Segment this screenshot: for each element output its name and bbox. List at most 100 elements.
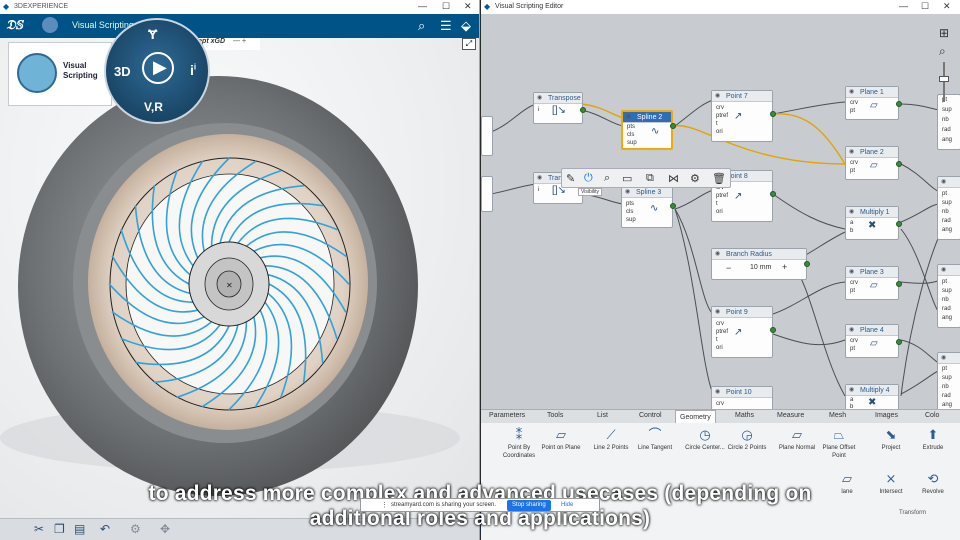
undo-icon[interactable]: ↶ [100,522,110,536]
menu-icon[interactable]: ☰ [440,18,452,34]
node-plane-3[interactable]: Plane 3 crv pt ▱ [845,266,899,300]
port-dot[interactable] [770,191,776,197]
tool-point-on-plane[interactable]: ⏥ Point on Plane [537,426,585,452]
tab-control[interactable]: Control [639,412,662,419]
node-title: Plane 4 [846,325,898,336]
search-icon[interactable]: ⌕ [604,172,610,185]
tab-measure[interactable]: Measure [777,412,804,419]
settings-icon[interactable]: ⚙ [690,172,700,185]
tab-list[interactable]: List [597,412,608,419]
partial-node-1[interactable] [481,116,493,156]
tab-mesh[interactable]: Mesh [829,412,846,419]
minimize-button[interactable]: — [418,1,427,11]
zoom-icon[interactable]: ⌕ [939,44,946,59]
tool-circle-center[interactable]: ◷ Circle Center... [681,426,729,452]
tab-tools[interactable]: Tools [547,412,563,419]
increment-button[interactable]: + [782,262,787,272]
node-point-7[interactable]: Point 7 crv ptref t ori ↗ [711,90,773,142]
tab-maths[interactable]: Maths [735,412,754,419]
app-card[interactable]: Visual Scripting [8,42,112,106]
editor-maximize-button[interactable]: ☐ [921,1,929,12]
left-window-title: 3DEXPERIENCE [14,3,69,10]
user-avatar[interactable] [42,17,58,33]
copy-icon[interactable]: ❐ [54,522,65,536]
port-dot[interactable] [896,101,902,107]
port-dot[interactable] [896,221,902,227]
node-output-3[interactable]: pt sup nb rad ang [937,264,960,328]
tool-extrude[interactable]: ⬆ Extrude [909,426,957,452]
tool-plane-normal[interactable]: ▱ Plane Normal [773,426,821,452]
share-icon[interactable]: ⋈ [668,172,679,185]
node-plane-4[interactable]: Plane 4 crv pt ▱ [845,324,899,358]
paste-icon[interactable]: ▤ [74,522,85,536]
port-label: crv [850,160,858,166]
compass-play-button[interactable]: ▶ [142,52,174,84]
tab-close-icon[interactable]: — + [233,38,246,45]
tag-icon[interactable]: ⬙ [461,18,471,34]
port-label: rad [942,306,951,312]
node-canvas[interactable]: Transpose i []↘ Transpos i []↘ Spline 2 … [481,14,960,416]
compass-i-label[interactable]: ii [190,62,196,78]
compass-vr-label[interactable]: V,R [144,100,163,114]
tool-intersect[interactable]: ⨯ Intersect [867,470,915,496]
close-button[interactable]: ✕ [464,1,472,12]
port-dot[interactable] [670,203,676,209]
maximize-button[interactable]: ☐ [442,1,450,12]
tool-line-tangent[interactable]: ⌒ Line Tangent [631,426,679,452]
pin-icon[interactable]: ✎ [566,172,575,185]
port-dot[interactable] [804,261,810,267]
node-spline-2[interactable]: Spline 2 pts cls sup ∿ [621,110,673,150]
node-transpose-1[interactable]: Transpose i []↘ [533,92,583,124]
node-plane-1[interactable]: Plane 1 crv pt ▱ [845,86,899,120]
ds-logo-icon[interactable]: 𝔇𝕊 [6,17,23,33]
visibility-toggle-icon[interactable]: ⏻ [584,172,593,185]
compass-3d-label[interactable]: 3D [114,64,131,79]
decrement-button[interactable]: − [726,263,731,273]
port-dot[interactable] [896,161,902,167]
port-dot[interactable] [670,123,676,129]
expand-icon[interactable]: ⤢ [462,38,476,50]
zoom-slider[interactable] [943,62,945,102]
folder-icon[interactable]: ▭ [622,172,632,185]
port-dot[interactable] [580,107,586,113]
cut-icon[interactable]: ✂ [34,522,44,536]
tool-plane-offset-point[interactable]: ⏢ Plane Offset Point [815,426,863,460]
tool-revolve[interactable]: ⟲ Revolve [909,470,957,496]
tool-point-by-coordinates[interactable]: ⁑ Point By Coordinates [495,426,543,460]
node-title-stub [938,177,960,188]
tab-parameters[interactable]: Parameters [489,412,525,419]
compass-people-icon[interactable]: Ɏ [148,26,157,42]
node-spline-3[interactable]: Spline 3 pts cls sup ∿ [621,186,673,228]
node-branch-radius[interactable]: Branch Radius − 10 mm + [711,248,807,280]
editor-minimize-button[interactable]: — [899,1,908,11]
node-output-2[interactable]: pt sup nb rad ang [937,176,960,240]
partial-node-2[interactable] [481,176,493,212]
map-icon[interactable]: ⊞ [939,26,949,40]
tab-geometry[interactable]: Geometry [675,410,716,423]
zoom-slider-handle[interactable] [939,76,949,82]
tool-project[interactable]: ⬊ Project [867,426,915,452]
tab-images[interactable]: Images [875,412,898,419]
tab-colors[interactable]: Colo [925,412,939,419]
editor-close-button[interactable]: ✕ [943,1,951,12]
node-point-9[interactable]: Point 9 crv ptref t ori ↗ [711,306,773,358]
node-multiply-1[interactable]: Multiply 1 a b ✖ [845,206,899,240]
delete-icon[interactable]: 🗑 [712,172,726,185]
radius-value[interactable]: 10 mm [750,264,771,271]
group-icon[interactable]: ⧉ [646,172,654,185]
tool-circle-2-points[interactable]: ◶ Circle 2 Points [723,426,771,452]
tool-line-2-points[interactable]: ⟋ Line 2 Points [587,426,635,452]
port-dot[interactable] [770,111,776,117]
port-dot[interactable] [896,281,902,287]
port-dot[interactable] [770,327,776,333]
stop-sharing-button[interactable]: Stop sharing [507,500,551,511]
3d-viewport[interactable]: ✕ [0,38,479,520]
hide-share-bar-link[interactable]: Hide [561,502,573,508]
canvas-side-tools: ⊞ ⌕ [933,18,957,128]
node-output-4[interactable]: pt sup nb rad ang [937,352,960,412]
search-icon[interactable]: ⌕ [418,18,425,34]
node-plane-2[interactable]: Plane 2 crv pt ▱ [845,146,899,180]
port-dot[interactable] [896,339,902,345]
compass-widget[interactable]: 3D Ɏ ▶ ii V,R [104,18,210,124]
tooltip-visibility: Visibility [578,188,602,196]
